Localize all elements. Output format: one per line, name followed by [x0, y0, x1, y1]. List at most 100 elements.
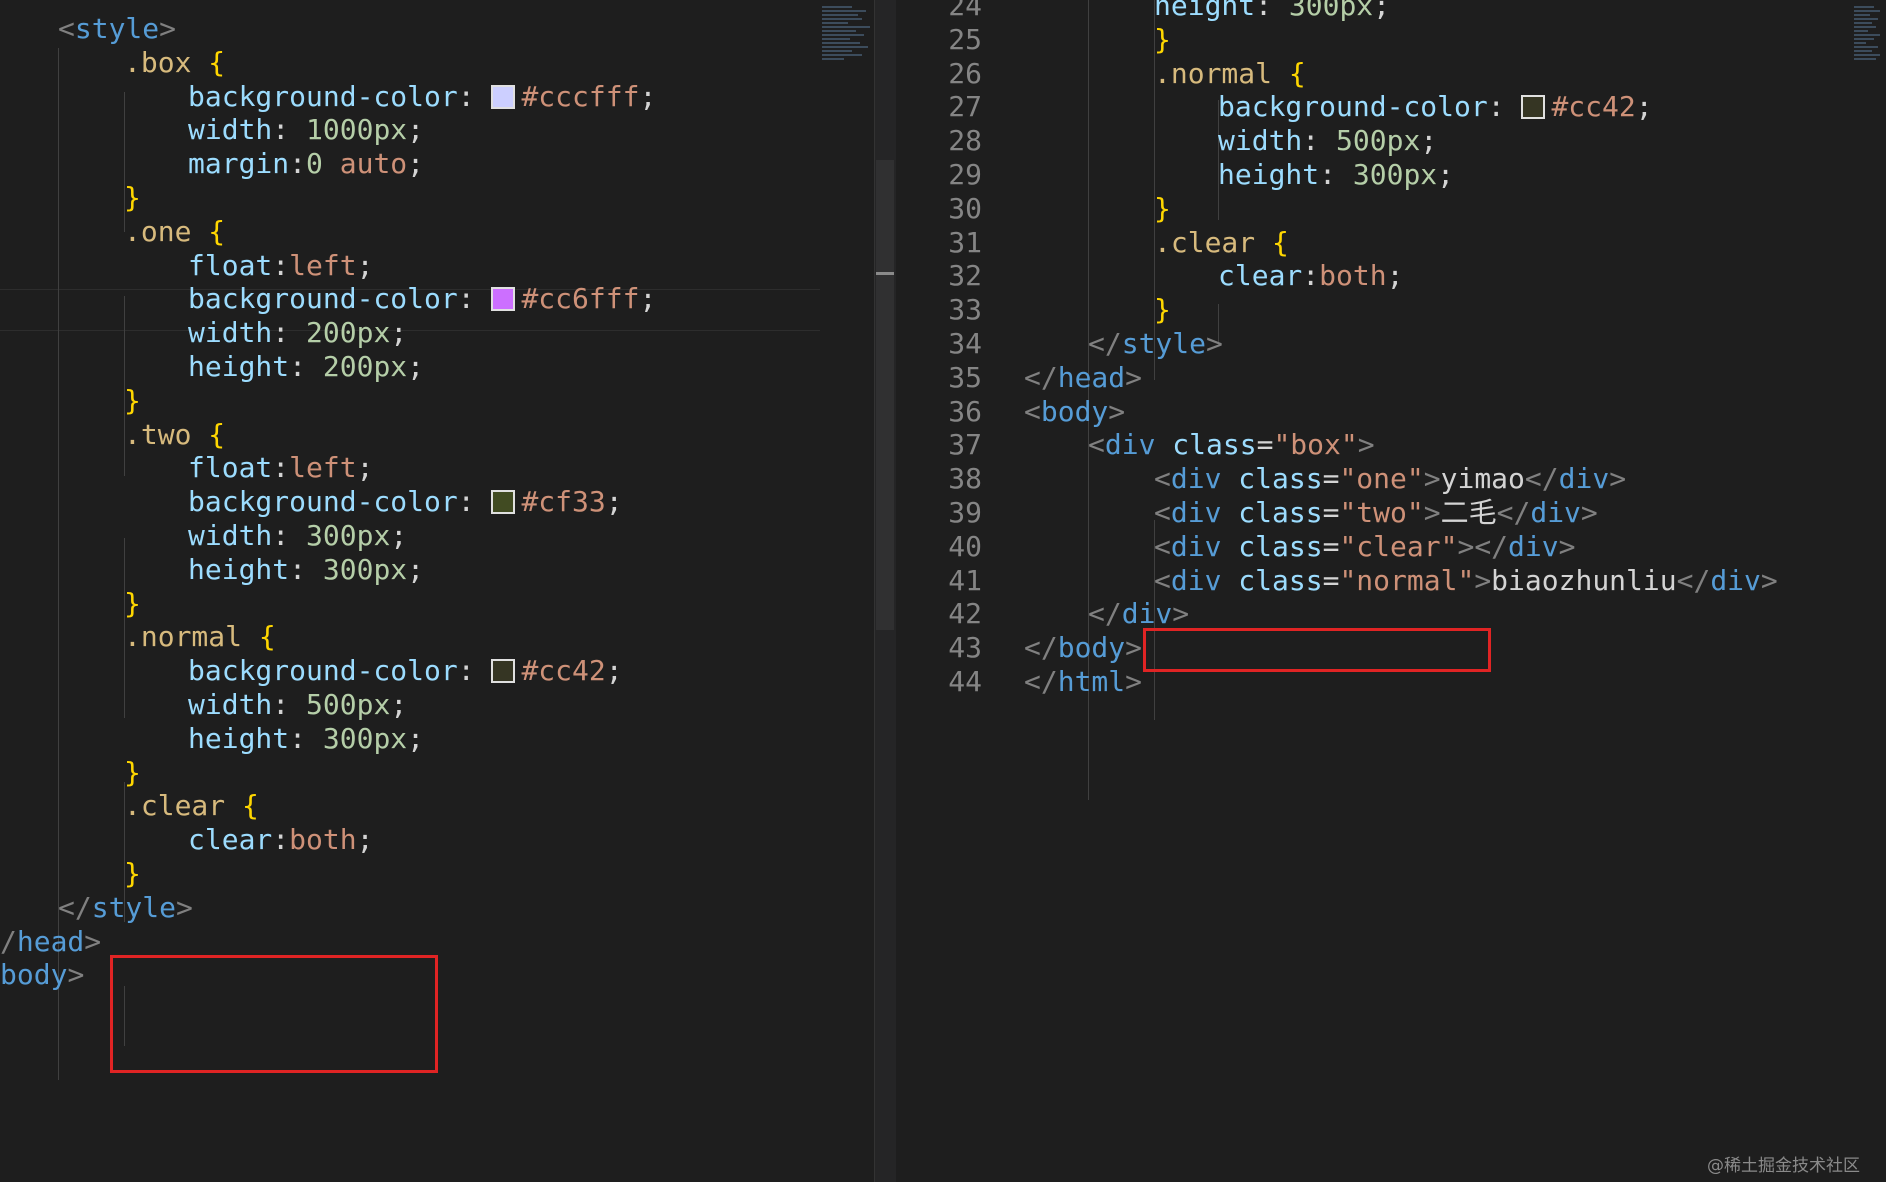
code-token: ;	[605, 485, 623, 519]
code-token: "normal"	[1339, 563, 1475, 597]
minimap[interactable]	[822, 4, 874, 94]
code-token: class	[1238, 563, 1323, 597]
scrollbar-thumb[interactable]	[876, 160, 894, 630]
code-token: :	[289, 721, 323, 755]
code-token: :	[272, 688, 307, 721]
color-swatch[interactable]	[491, 490, 516, 515]
code-token: ></	[1457, 529, 1509, 563]
code-token: >	[1423, 496, 1441, 529]
code-token: </	[1088, 597, 1122, 631]
code-token: head	[1057, 360, 1126, 394]
code-token: head	[16, 924, 85, 958]
code-token: :	[457, 654, 492, 688]
code-token: ;	[390, 688, 408, 721]
code-token: =	[1322, 563, 1340, 597]
code-token: </	[1088, 327, 1122, 360]
code-token: ;	[1386, 259, 1404, 293]
code-token: >	[1125, 665, 1143, 698]
code-token: {	[258, 620, 276, 654]
code-token: ;	[356, 823, 374, 857]
code-token: :	[1319, 158, 1353, 191]
code-token: >	[67, 958, 85, 992]
code-token: 500px	[1336, 124, 1421, 158]
code-token: class	[1238, 529, 1323, 563]
code-token: .clear	[1154, 225, 1256, 259]
code-token: {	[242, 789, 259, 823]
code-token: #cc6fff	[521, 282, 640, 316]
color-swatch[interactable]	[491, 287, 516, 312]
code-token: style	[1121, 327, 1207, 360]
code-token: {	[208, 45, 226, 79]
code-token: .normal	[124, 620, 243, 654]
code-token: :	[289, 552, 323, 586]
code-token: ;	[407, 721, 425, 755]
code-token: >	[1609, 462, 1627, 496]
code-token: div	[1170, 529, 1222, 563]
code-token: div	[1170, 496, 1222, 529]
code-token: <	[1024, 394, 1041, 428]
code-token: float	[188, 248, 273, 282]
code-token: :	[272, 823, 290, 857]
code-token: #cf33	[521, 485, 606, 519]
code-token: ;	[407, 113, 425, 147]
code-token: {	[1288, 56, 1306, 90]
code-token: clear	[1218, 259, 1303, 293]
code-token: height	[188, 721, 290, 755]
code-token: </	[1024, 631, 1058, 665]
code-token: .normal	[1154, 56, 1273, 90]
color-swatch[interactable]	[1521, 95, 1546, 120]
code-token: height	[1218, 158, 1320, 191]
code-token: :	[1302, 124, 1337, 158]
code-token: </	[1496, 496, 1531, 529]
code-token: >	[1474, 563, 1492, 597]
code-token: :	[272, 519, 307, 552]
code-token: >	[1760, 563, 1778, 597]
code-token: <	[1154, 529, 1171, 563]
code-token: /	[0, 924, 17, 958]
code-token: :	[457, 485, 492, 519]
code-token: =	[1256, 428, 1274, 462]
code-token: 200px	[306, 316, 391, 350]
color-swatch[interactable]	[491, 659, 516, 684]
code-token: class	[1238, 462, 1323, 496]
code-token: </	[1524, 462, 1559, 496]
code-token: style	[74, 12, 160, 45]
code-token: <	[1154, 563, 1171, 597]
code-token: div	[1530, 496, 1581, 529]
code-token: auto	[322, 147, 408, 181]
code-token: ;	[407, 147, 425, 181]
left-editor-pane[interactable]: <style> .box {background-color: #cccfff; w…	[0, 0, 874, 1182]
code-token: ;	[639, 79, 657, 113]
highlight-clear-rule-box	[110, 955, 438, 1073]
code-token: .two	[124, 417, 192, 451]
code-token: >	[1206, 327, 1223, 360]
code-token: }	[1154, 191, 1171, 225]
color-swatch[interactable]	[491, 84, 516, 109]
code-token: clear	[188, 823, 273, 857]
code-token: :	[1302, 259, 1320, 293]
code-token: >	[84, 924, 102, 958]
code-token: </	[58, 890, 92, 924]
code-token: background-color	[188, 282, 458, 316]
code-token: :	[457, 282, 492, 316]
code-token: =	[1322, 496, 1340, 529]
code-token: >	[1357, 428, 1375, 462]
code-token: width	[188, 316, 273, 350]
code-token: left	[289, 451, 357, 485]
code-token: 0	[306, 147, 323, 181]
code-token: >	[1125, 631, 1143, 665]
code-token: :	[1255, 0, 1289, 22]
right-editor-pane[interactable]: 24 height: 300px; 25} 26 .normal {27 backgrou…	[896, 0, 1886, 1182]
code-token: =	[1322, 529, 1340, 563]
code-token: 300px	[306, 519, 391, 552]
code-token: {	[1272, 225, 1289, 259]
minimap[interactable]	[1854, 4, 1884, 94]
code-token: :	[289, 147, 307, 181]
code-token: </	[1676, 563, 1711, 597]
